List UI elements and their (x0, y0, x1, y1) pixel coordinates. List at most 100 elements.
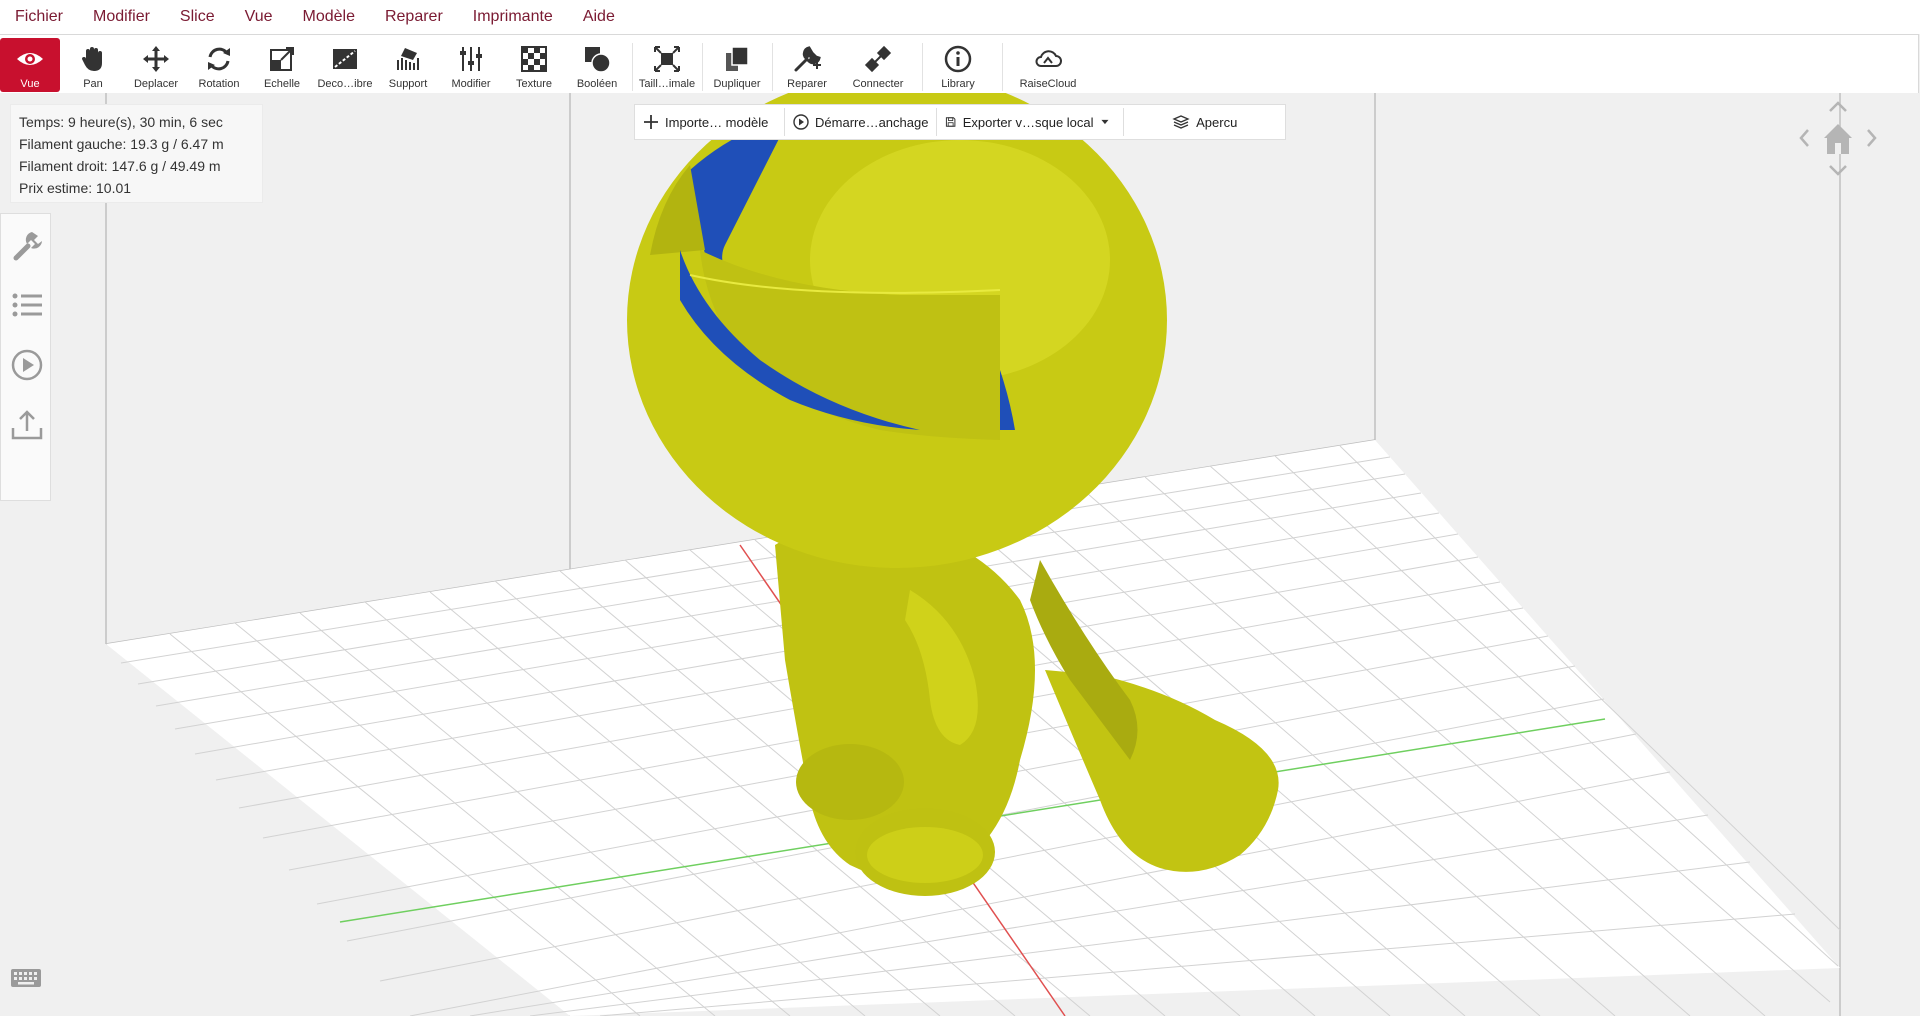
pan-button[interactable]: Pan (63, 38, 123, 92)
rotate-down-arrow[interactable] (1829, 165, 1847, 176)
deplacer-label: Deplacer (133, 78, 179, 90)
upload-icon (11, 410, 43, 440)
export-local-label: Exporter v…sque local (962, 114, 1094, 130)
left-side-panel (0, 213, 51, 501)
scale-icon (270, 47, 294, 71)
rotate-left-arrow[interactable] (1799, 129, 1809, 147)
support-icon (397, 48, 419, 70)
rotation-label: Rotation (198, 78, 240, 90)
booleen-label: Booléen (576, 78, 618, 90)
deplacer-button[interactable]: Deplacer (126, 38, 186, 92)
play-icon (793, 114, 809, 130)
toolbar-separator (702, 43, 703, 91)
move-icon (143, 46, 169, 72)
menu-vue[interactable]: Vue (230, 0, 288, 34)
keyboard-icon (11, 969, 41, 987)
connecter-button[interactable]: Connecter (848, 38, 908, 92)
boolean-icon (585, 47, 611, 73)
fit-icon (654, 46, 680, 72)
repair-icon (794, 46, 821, 72)
export-upload-button[interactable] (10, 408, 44, 442)
print-time: Temps: 9 heure(s), 30 min, 6 sec (19, 114, 223, 130)
rotation-button[interactable]: Rotation (189, 38, 249, 92)
save-icon (946, 117, 956, 127)
dupliquer-label: Dupliquer (713, 78, 761, 90)
support-button[interactable]: Support (378, 38, 438, 92)
export-local-button[interactable]: Exporter v…sque local (937, 105, 1123, 139)
vue-label: Vue (20, 78, 40, 90)
toolbar-separator (1002, 43, 1003, 91)
apercu-button[interactable]: Apercu (1124, 105, 1285, 139)
filament-left: Filament gauche: 19.3 g / 6.47 m (19, 136, 224, 152)
hand-icon (82, 47, 102, 71)
raisecloud-button[interactable]: RaiseCloud (1018, 38, 1078, 92)
keyboard-shortcuts-button[interactable] (10, 966, 42, 990)
reparer-button[interactable]: Reparer (777, 38, 837, 92)
rotate-up-arrow[interactable] (1829, 101, 1847, 112)
decoupe-button[interactable]: Deco…ibre (315, 38, 375, 92)
import-model-label: Importe… modèle (665, 114, 769, 130)
menu-slice[interactable]: Slice (165, 0, 230, 34)
menu-modele[interactable]: Modèle (287, 0, 369, 34)
texture-icon (521, 46, 547, 72)
layers-icon (1172, 115, 1190, 129)
menu-aide[interactable]: Aide (568, 0, 630, 34)
cut-icon (333, 49, 357, 69)
pan-label: Pan (83, 78, 103, 90)
duplicate-icon (726, 46, 749, 71)
reparer-label: Reparer (787, 78, 827, 90)
cloud-icon (1035, 50, 1062, 67)
texture-label: Texture (515, 78, 553, 90)
echelle-label: Echelle (263, 78, 301, 90)
toolbar-separator (922, 43, 923, 91)
echelle-button[interactable]: Echelle (252, 38, 312, 92)
estimated-price: Prix estime: 10.01 (19, 180, 132, 196)
sliders-icon (460, 47, 482, 71)
texture-button[interactable]: Texture (504, 38, 564, 92)
support-label: Support (388, 78, 428, 90)
menu-modifier[interactable]: Modifier (78, 0, 165, 34)
menu-reparer[interactable]: Reparer (370, 0, 458, 34)
modifier-label: Modifier (451, 78, 491, 90)
booleen-button[interactable]: Booléen (567, 38, 627, 92)
play-icon (11, 349, 43, 381)
rotate-icon (208, 47, 230, 71)
connect-icon (864, 45, 892, 73)
object-list-button[interactable] (10, 288, 44, 322)
home-icon[interactable] (1824, 124, 1852, 154)
taille-button[interactable]: Taill…imale (637, 38, 697, 92)
start-slicing-label: Démarre…anchage (815, 114, 929, 130)
filament-right: Filament droit: 147.6 g / 49.49 m (19, 158, 221, 174)
start-slicing-button[interactable]: Démarre…anchage (785, 105, 936, 139)
view-navigation-control (1796, 98, 1880, 184)
list-icon (12, 293, 42, 317)
connecter-label: Connecter (852, 78, 904, 90)
raisecloud-label: RaiseCloud (1019, 78, 1077, 90)
dupliquer-button[interactable]: Dupliquer (707, 38, 767, 92)
menu-fichier[interactable]: Fichier (0, 0, 78, 34)
wrench-icon (13, 232, 42, 261)
info-icon (944, 45, 972, 73)
eye-icon (17, 53, 43, 65)
slice-action-bar: Importe… modèle Démarre…anchage Exporter… (634, 104, 1286, 140)
menu-imprimante[interactable]: Imprimante (458, 0, 568, 34)
vue-button[interactable]: Vue (0, 38, 60, 92)
apercu-label: Apercu (1196, 114, 1238, 130)
modifier-button[interactable]: Modifier (441, 38, 501, 92)
3d-viewport[interactable] (0, 93, 1920, 1016)
toolbar-separator (632, 43, 633, 91)
import-model-button[interactable]: Importe… modèle (635, 105, 784, 139)
decoupe-label: Deco…ibre (317, 78, 373, 90)
plus-icon (644, 115, 658, 129)
settings-button[interactable] (10, 228, 44, 262)
menu-bar: Fichier Modifier Slice Vue Modèle Repare… (0, 0, 1920, 34)
library-button[interactable]: Library (928, 38, 988, 92)
rotate-right-arrow[interactable] (1867, 129, 1877, 147)
main-toolbar: Vue Pan Deplacer Rotation Echelle Deco…i… (0, 34, 1919, 94)
print-stats-panel: Temps: 9 heure(s), 30 min, 6 sec Filamen… (10, 104, 263, 203)
taille-label: Taill…imale (638, 78, 696, 90)
toolbar-separator (772, 43, 773, 91)
library-label: Library (941, 78, 975, 90)
preview-play-button[interactable] (10, 348, 44, 382)
chevron-down-icon (1100, 119, 1109, 125)
